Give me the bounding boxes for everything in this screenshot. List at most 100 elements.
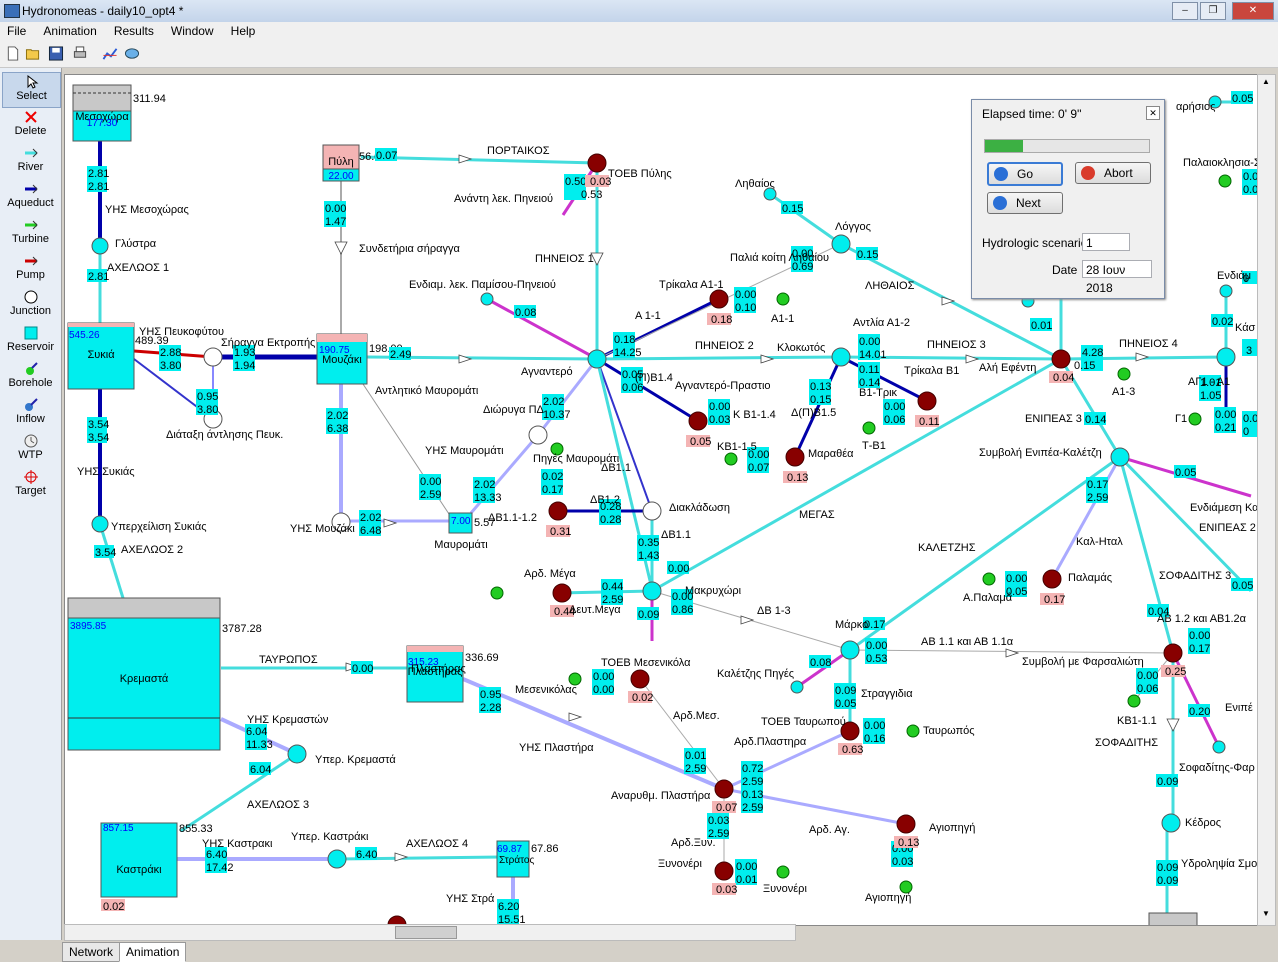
reservoir-level: 545.26 [69,330,100,341]
svg-text:0.0: 0.0 [1243,171,1257,183]
node-enipeas [1110,447,1130,467]
svg-text:ΤΟΕΒ Ταυρωπού: ΤΟΕΒ Ταυρωπού [761,716,846,728]
svg-text:0.20: 0.20 [1189,706,1210,718]
menu-animation[interactable]: Animation [36,22,103,40]
svg-text:Κάσ: Κάσ [1235,322,1256,334]
svg-text:0.95: 0.95 [480,689,501,701]
target-toeb-pylis [587,153,607,173]
svg-text:Κλοκωτός: Κλοκωτός [777,342,825,354]
open-icon[interactable] [25,46,41,61]
tab-animation[interactable]: Animation [119,942,187,962]
palette-target[interactable]: Target [2,468,59,502]
svg-text:0.03: 0.03 [716,884,737,896]
scenario-field[interactable]: 1 [1082,233,1130,251]
menu-window[interactable]: Window [164,22,221,40]
svg-text:0.00: 0.00 [1189,630,1210,642]
next-button[interactable]: Next [987,192,1063,214]
svg-text:Σήραγγα Εκτροπής: Σήραγγα Εκτροπής [221,337,315,349]
palette-reservoir[interactable]: Reservoir [2,324,59,358]
restore-button[interactable]: ❐ [1200,2,1226,20]
svg-text:0.44: 0.44 [602,581,623,593]
reservoir-mavromati[interactable]: 7.00 5.57 Μαυρομάτι [434,512,495,551]
node-longos [831,234,851,254]
reservoir-pyli[interactable]: Πύλη 22.00 56.0 [322,144,380,182]
svg-text:0.06: 0.06 [1137,683,1158,695]
palette-select[interactable]: Select [2,72,61,108]
menu-help[interactable]: Help [224,22,263,40]
palette-inflow[interactable]: Inflow [2,396,59,430]
svg-text:Α1-3: Α1-3 [1112,386,1135,398]
new-icon[interactable] [5,46,21,61]
date-field[interactable]: 28 Ιουν 2018 [1082,260,1152,295]
aqueduct-icon [24,184,38,194]
reservoir-name: Κρεμαστά [120,673,169,685]
reservoir-level: 177.30 [87,118,118,129]
svg-text:6.48: 6.48 [360,525,381,537]
svg-text:ΑΒ 1.1 και ΑΒ 1.1α: ΑΒ 1.1 και ΑΒ 1.1α [921,636,1014,648]
reservoir-kremasta[interactable]: Κρεμαστά 3895.85 3787.28 [67,597,262,751]
go-button[interactable]: Go [987,162,1063,186]
abort-button[interactable]: Abort [1075,162,1151,184]
vertical-scrollbar[interactable]: ▲ ▼ [1257,74,1276,926]
print-icon[interactable] [72,46,88,61]
close-icon[interactable]: ✕ [1146,106,1160,120]
reservoir-kastraki[interactable]: Καστράκι 857.15 855.33 0.02 [100,822,213,913]
target-icon [23,470,38,484]
reservoir-value: 67.86 [531,843,559,855]
menu-file[interactable]: File [0,22,33,40]
palette-borehole[interactable]: Borehole [2,360,59,394]
network-icon[interactable] [124,46,140,61]
svg-text:ΥΗΣ Μεσοχώρας: ΥΗΣ Μεσοχώρας [105,204,189,216]
save-icon[interactable] [48,46,64,61]
svg-text:ΚΒ1-1.5: ΚΒ1-1.5 [717,441,757,453]
horizontal-scrollbar[interactable] [64,924,796,941]
svg-text:0.10: 0.10 [735,302,756,314]
menu-results[interactable]: Results [107,22,161,40]
node-endiam-pam [480,292,494,306]
svg-text:0.09: 0.09 [1157,776,1178,788]
svg-text:Αρδ.Πλαστηρα: Αρδ.Πλαστηρα [734,736,807,748]
reservoir-stratos[interactable]: Στράτος 69.87 67.86 [496,840,559,878]
palette-pump[interactable]: Pump [2,252,59,286]
reservoir-mesochora[interactable]: Μεσοχώρα 177.30 311.94 [72,84,166,142]
svg-text:Μάρκο: Μάρκο [835,619,868,631]
turbine-icon [24,220,38,230]
palette-river[interactable]: River [2,144,59,178]
svg-text:Δευτ.Μεγα: Δευτ.Μεγα [569,604,621,616]
tab-strip: Network Animation [62,942,187,962]
svg-text:ΑΒ 1.2 και ΑΒ1.2α: ΑΒ 1.2 και ΑΒ1.2α [1157,613,1247,625]
reservoir-value: 3787.28 [222,623,262,635]
svg-text:Τ-Β1: Τ-Β1 [862,440,886,452]
svg-text:Καλέτζης Πηγές: Καλέτζης Πηγές [717,668,794,680]
scroll-down-icon[interactable]: ▼ [1260,909,1272,921]
palette-aqueduct[interactable]: Aqueduct [2,180,59,214]
scroll-thumb[interactable] [395,926,457,939]
svg-text:ΑΧΕΛΩΟΣ 2: ΑΧΕΛΩΟΣ 2 [121,544,183,556]
svg-text:0.17: 0.17 [1189,643,1210,655]
minimize-button[interactable]: – [1172,2,1198,20]
palette-junction[interactable]: Junction [2,288,59,322]
cursor-icon [27,75,38,89]
svg-text:0.01: 0.01 [736,874,757,886]
svg-text:2.49: 2.49 [390,349,411,361]
tab-network[interactable]: Network [62,942,121,962]
svg-text:Α1-1: Α1-1 [771,313,794,325]
scroll-up-icon[interactable]: ▲ [1260,77,1272,89]
svg-text:0.11: 0.11 [859,364,880,376]
palette-wtp[interactable]: WTP [2,432,59,466]
svg-text:Αγιοπηγή: Αγιοπηγή [865,892,911,904]
svg-text:Σοφαδίτης-Φαρ: Σοφαδίτης-Φαρ [1179,762,1255,774]
palette-delete[interactable]: Delete [2,108,59,142]
reservoir-name: Στράτος [499,854,534,866]
chart-icon[interactable] [102,46,118,61]
close-button[interactable]: ✕ [1232,2,1274,20]
reservoir-level: 857.15 [103,823,134,834]
junction-icon [24,290,37,304]
svg-text:1.94: 1.94 [234,360,255,372]
palette-turbine[interactable]: Turbine [2,216,59,250]
reservoir-value: 311.94 [133,93,166,105]
svg-text:2.02: 2.02 [474,479,495,491]
svg-text:0.02: 0.02 [632,692,653,704]
target-db112 [548,501,568,521]
svg-text:Ξυνονέρι: Ξυνονέρι [658,858,702,870]
